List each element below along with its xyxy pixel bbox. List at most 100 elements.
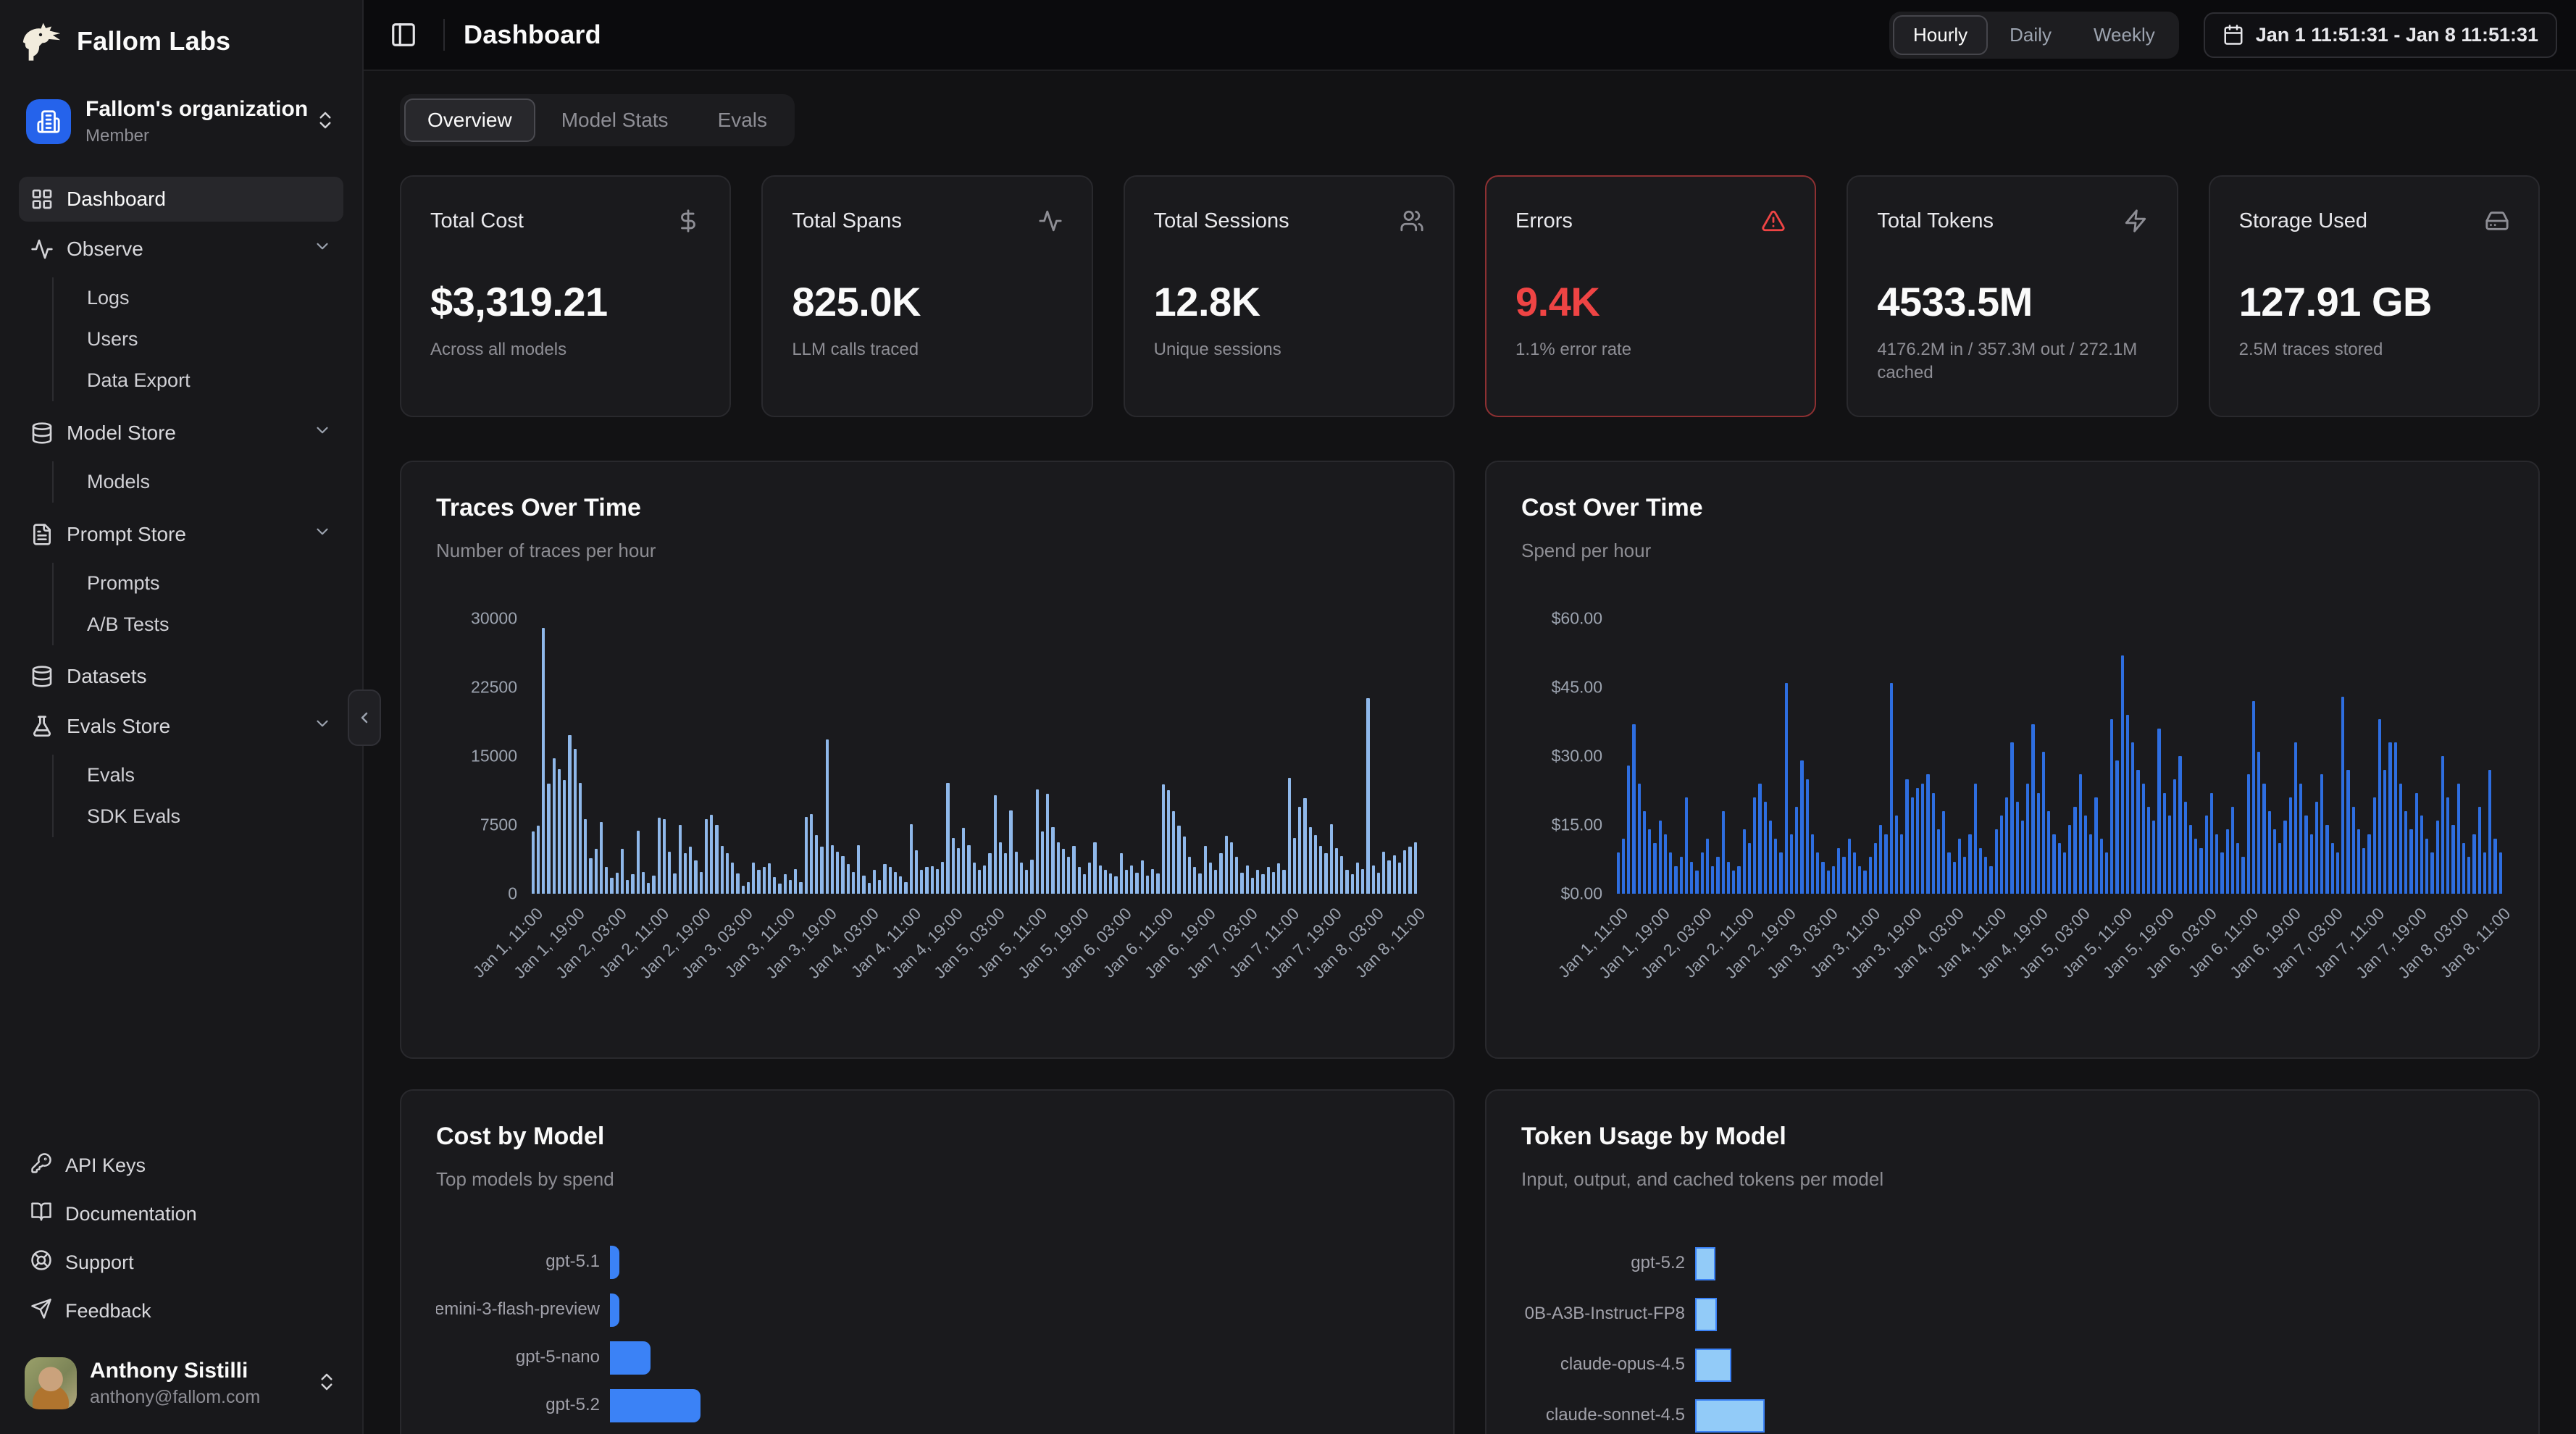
granularity-daily-button[interactable]: Daily (1989, 15, 2072, 55)
bar (1356, 863, 1359, 894)
flask-icon (30, 715, 54, 738)
bar (2252, 701, 2255, 894)
tab-overview[interactable]: Overview (404, 98, 535, 142)
bar (2388, 742, 2391, 894)
bar (2268, 811, 2271, 894)
granularity-hourly-button[interactable]: Hourly (1893, 15, 1988, 55)
user-menu[interactable]: Anthony Sistilli anthony@fallom.com (19, 1350, 343, 1417)
bar (1832, 866, 1835, 894)
bar (1680, 857, 1683, 894)
sidebar-subitems-observe: LogsUsersData Export (52, 277, 343, 401)
stat-value: 12.8K (1154, 278, 1424, 325)
user-name: Anthony Sistilli (90, 1359, 303, 1383)
bar (2273, 829, 2276, 894)
bar (1167, 790, 1170, 894)
y-tick-label: 0 (508, 884, 517, 904)
bar (731, 863, 734, 894)
sidebar-toggle-button[interactable] (382, 14, 425, 56)
bar (1372, 865, 1375, 894)
bar (2346, 770, 2349, 894)
y-axis: 07500150002250030000 (436, 619, 530, 894)
sidebar-item-datasets[interactable]: Datasets (19, 654, 343, 699)
date-range-label: Jan 1 11:51:31 - Jan 8 11:51:31 (2256, 24, 2538, 46)
bar (610, 1389, 701, 1422)
tab-model-stats[interactable]: Model Stats (538, 98, 692, 142)
bar (2210, 793, 2213, 894)
bar (2220, 852, 2223, 894)
dashboard-content: OverviewModel StatsEvals Total Cost$3,31… (364, 71, 2576, 1434)
charts-grid: Traces Over Time Number of traces per ho… (400, 461, 2540, 1434)
bar (805, 817, 808, 894)
bar (2294, 742, 2297, 894)
bar (1319, 846, 1322, 894)
bar (1377, 873, 1380, 894)
page-title: Dashboard (464, 20, 601, 50)
bar (1025, 870, 1028, 894)
topbar: Dashboard HourlyDailyWeekly Jan 1 11:51:… (364, 0, 2576, 71)
bar (1858, 866, 1861, 894)
bar (1879, 825, 1882, 894)
sidebar-item-logs[interactable]: Logs (77, 277, 343, 319)
bar (1277, 863, 1280, 894)
bar (1230, 842, 1233, 894)
org-switcher[interactable]: Fallom's organization Member (19, 88, 343, 155)
sidebar-item-documentation[interactable]: Documentation (19, 1191, 343, 1237)
category-label: 0B-A3B-Instruct-FP8 (1521, 1302, 1695, 1327)
building-icon (26, 99, 71, 144)
bar (1769, 821, 1772, 894)
tab-evals[interactable]: Evals (695, 98, 790, 142)
bar (2373, 797, 2376, 894)
granularity-weekly-button[interactable]: Weekly (2073, 15, 2175, 55)
stat-card-total-spans: Total Spans825.0KLLM calls traced (761, 175, 1092, 417)
date-range-button[interactable]: Jan 1 11:51:31 - Jan 8 11:51:31 (2204, 12, 2557, 58)
sidebar-item-model-store[interactable]: Model Store (19, 410, 343, 456)
sidebar-item-prompts[interactable]: Prompts (77, 563, 343, 604)
bar (1067, 857, 1070, 894)
bar (1078, 867, 1081, 894)
category-label: gpt-5-nano (436, 1346, 610, 1370)
sidebar-item-label: Observe (67, 238, 300, 261)
sidebar-item-prompt-store[interactable]: Prompt Store (19, 511, 343, 557)
sidebar-item-evals[interactable]: Evals (77, 755, 343, 796)
bar (1806, 779, 1809, 894)
bar (784, 874, 787, 894)
bar (1737, 866, 1740, 894)
sidebar-item-observe[interactable]: Observe (19, 226, 343, 272)
plot-area (530, 619, 1418, 894)
y-tick-label: 22500 (471, 678, 517, 697)
bar (988, 853, 991, 894)
bar (1632, 724, 1635, 894)
sidebar-item-api-keys[interactable]: API Keys (19, 1143, 343, 1188)
bar (1790, 834, 1793, 894)
bar-row-gpt-5-2: gpt-5.2 (1521, 1238, 2504, 1289)
bar-row-gpt-5-2: gpt-5.2 (436, 1382, 1418, 1430)
bar (2105, 852, 2108, 894)
bar (2378, 719, 2381, 894)
stat-title: Total Cost (430, 209, 524, 233)
bar (1156, 873, 1159, 894)
sidebar-item-dashboard[interactable]: Dashboard (19, 177, 343, 222)
bar (2420, 815, 2423, 894)
sidebar-item-models[interactable]: Models (77, 461, 343, 503)
bar (2194, 839, 2197, 894)
chart-subtitle: Input, output, and cached tokens per mod… (1521, 1168, 2504, 1191)
bar (663, 819, 666, 894)
sidebar-item-data-export[interactable]: Data Export (77, 360, 343, 401)
bar (626, 880, 629, 894)
bar (1172, 811, 1175, 894)
sidebar-item-users[interactable]: Users (77, 319, 343, 360)
sidebar-collapse-button[interactable] (348, 689, 381, 746)
chart-subtitle: Number of traces per hour (436, 540, 1418, 562)
sidebar-item-a-b-tests[interactable]: A/B Tests (77, 604, 343, 645)
sidebar-item-sdk-evals[interactable]: SDK Evals (77, 796, 343, 837)
bar (820, 847, 823, 894)
sidebar-item-support[interactable]: Support (19, 1240, 343, 1286)
bar (1030, 860, 1033, 894)
bar (610, 1341, 651, 1375)
bar (1393, 855, 1396, 894)
brand: Fallom Labs (19, 16, 343, 70)
sidebar-item-evals-store[interactable]: Evals Store (19, 703, 343, 749)
bar (2016, 802, 2019, 894)
sidebar-item-feedback[interactable]: Feedback (19, 1288, 343, 1334)
bar (2467, 857, 2470, 894)
